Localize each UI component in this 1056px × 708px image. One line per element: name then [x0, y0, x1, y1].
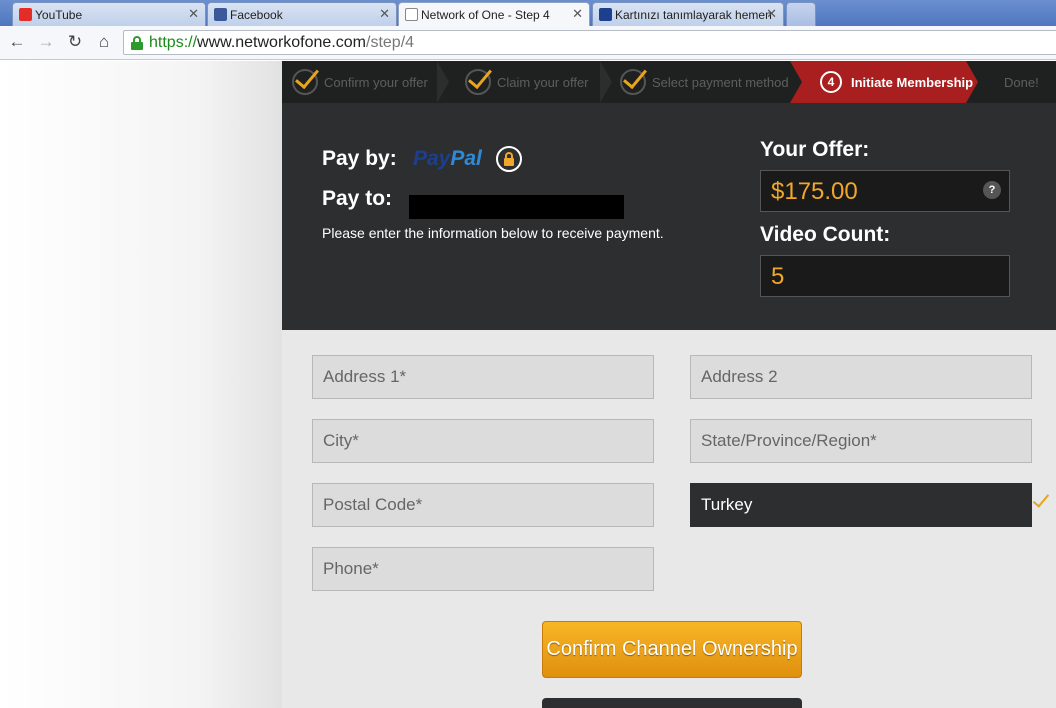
page-background	[0, 61, 282, 708]
youtube-icon	[19, 8, 32, 21]
browser-toolbar: ← → ↻ ⌂ https://www.networkofone.com/ste…	[0, 26, 1056, 60]
forward-icon[interactable]: →	[35, 31, 57, 53]
confirm-channel-ownership-button[interactable]: Confirm Channel Ownership	[542, 621, 802, 678]
pay-by-label: Pay by:	[322, 147, 397, 170]
close-icon[interactable]: ✕	[572, 6, 583, 22]
video-count-field: 5	[760, 255, 1010, 297]
back-icon[interactable]: ←	[6, 31, 28, 53]
reload-icon[interactable]: ↻	[64, 31, 86, 53]
tab-title: Kartınızı tanımlayarak hemen	[615, 7, 772, 22]
payment-instructions: Please enter the information below to re…	[322, 225, 664, 241]
step-label: Select payment method	[652, 74, 789, 90]
facebook-icon	[214, 8, 227, 21]
address-bar[interactable]: https://www.networkofone.com/step/4	[123, 30, 1056, 55]
offer-label: Your Offer:	[760, 138, 870, 161]
help-icon[interactable]: ?	[983, 181, 1001, 199]
step-label: Confirm your offer	[324, 74, 428, 90]
address2-input[interactable]: Address 2	[690, 355, 1032, 399]
tab-title: Network of One - Step 4	[421, 7, 550, 22]
step-select-payment: Select payment method	[620, 61, 789, 103]
video-count-value: 5	[771, 263, 785, 290]
step-label: Initiate Membership	[851, 74, 974, 90]
step-separator	[437, 61, 449, 103]
step-label: Claim your offer	[497, 74, 589, 90]
progress-steps: Confirm your offer Claim your offer Sele…	[282, 61, 1056, 103]
page-icon	[405, 8, 418, 21]
step-label: Done!	[1004, 74, 1039, 90]
check-icon	[620, 69, 646, 95]
tab-title: Facebook	[230, 7, 283, 22]
step-separator	[600, 61, 612, 103]
payment-summary: Pay by: PayPal Pay to: Please enter the …	[282, 103, 1056, 330]
step-initiate-membership: 4 Initiate Membership	[790, 61, 978, 103]
check-icon	[1032, 490, 1050, 508]
step-confirm-offer: Confirm your offer	[292, 61, 428, 103]
postal-code-input[interactable]: Postal Code*	[312, 483, 654, 527]
tab-title: YouTube	[35, 7, 83, 22]
lock-icon	[131, 36, 143, 50]
tab-facebook[interactable]: Facebook ✕	[207, 2, 397, 26]
close-icon[interactable]: ✕	[766, 6, 777, 22]
check-icon	[465, 69, 491, 95]
step-claim-offer: Claim your offer	[465, 61, 589, 103]
tab-network-of-one[interactable]: Network of One - Step 4 ✕	[398, 2, 590, 26]
close-icon[interactable]: ✕	[188, 6, 199, 22]
new-tab-button[interactable]	[786, 2, 816, 26]
checkout-panel: Confirm your offer Claim your offer Sele…	[282, 61, 1056, 708]
redacted-recipient	[409, 195, 624, 219]
offer-value: $175.00	[771, 178, 858, 205]
city-input[interactable]: City*	[312, 419, 654, 463]
offer-field: $175.00 ?	[760, 170, 1010, 212]
url-text: https://www.networkofone.com/step/4	[149, 34, 415, 51]
tab-strip: YouTube ✕ Facebook ✕ Network of One - St…	[0, 0, 1056, 26]
check-icon	[292, 69, 318, 95]
tab-youtube[interactable]: YouTube ✕	[12, 2, 206, 26]
state-input[interactable]: State/Province/Region*	[690, 419, 1032, 463]
close-icon[interactable]: ✕	[379, 6, 390, 22]
step-number: 4	[820, 71, 842, 93]
phone-input[interactable]: Phone*	[312, 547, 654, 591]
step-done: Done!	[1004, 61, 1039, 103]
pay-to-label: Pay to:	[322, 187, 393, 210]
paypal-logo: PayPal	[413, 147, 482, 170]
tab-paypal[interactable]: Kartınızı tanımlayarak hemen ✕	[592, 2, 784, 26]
secondary-button[interactable]	[542, 698, 802, 708]
home-icon[interactable]: ⌂	[93, 31, 115, 53]
address1-input[interactable]: Address 1*	[312, 355, 654, 399]
paypal-icon	[599, 8, 612, 21]
address-form: Address 1* Address 2 City* State/Provinc…	[282, 330, 1056, 708]
video-count-label: Video Count:	[760, 223, 891, 246]
lock-icon	[496, 146, 522, 172]
country-select[interactable]: Turkey	[690, 483, 1032, 527]
